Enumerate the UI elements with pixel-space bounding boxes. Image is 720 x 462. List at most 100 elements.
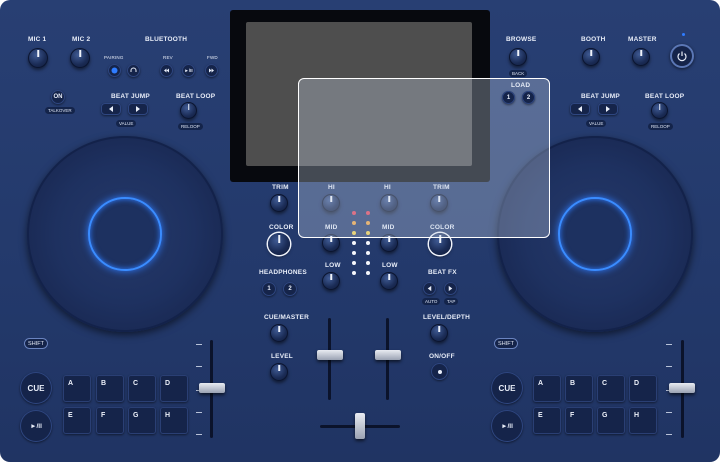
beat-fx-on-off-button[interactable] — [431, 363, 448, 380]
load-2-button[interactable]: 2 — [522, 91, 535, 104]
power-icon — [677, 51, 687, 62]
rev-button[interactable] — [160, 64, 173, 77]
rewind-icon — [164, 68, 169, 73]
value-label-left: VALUE — [116, 120, 137, 127]
on-off-dot — [437, 369, 442, 374]
reloop-label-left: RELOOP — [178, 123, 203, 130]
meter-led — [366, 241, 370, 245]
beat-loop-knob-right[interactable] — [651, 102, 668, 119]
beat-loop-knob-left[interactable] — [180, 102, 197, 119]
mic2-knob[interactable] — [70, 48, 90, 68]
low-label-right: LOW — [382, 262, 398, 269]
beat-jump-back-button-left[interactable] — [101, 103, 121, 115]
cue-master-knob[interactable] — [270, 324, 288, 342]
meter-led — [366, 261, 370, 265]
play-pause-button-left[interactable]: ►/II — [20, 410, 52, 442]
low-knob-right[interactable] — [380, 272, 398, 290]
crossfader[interactable] — [355, 413, 365, 439]
load-label: LOAD — [511, 82, 531, 89]
bt-play-pause-button[interactable]: ►/II — [182, 64, 195, 77]
pad-left-a[interactable]: A — [63, 375, 91, 402]
bluetooth-pairing-button[interactable] — [108, 64, 121, 77]
beat-jump-back-button-right[interactable] — [570, 103, 590, 115]
pad-left-c[interactable]: C — [128, 375, 156, 402]
pad-right-a[interactable]: A — [533, 375, 561, 402]
color-knob-left[interactable] — [268, 233, 290, 255]
headphone-pairing-button[interactable] — [127, 64, 140, 77]
dj-controller: MIC 1 MIC 2 BLUETOOTH PAIRING REV ►/II F… — [0, 0, 720, 462]
meter-led — [366, 271, 370, 275]
beat-jump-forward-button-right[interactable] — [598, 103, 618, 115]
left-jog-ring — [88, 197, 162, 271]
fwd-button[interactable] — [205, 64, 218, 77]
headphone-level-knob[interactable] — [270, 363, 288, 381]
tempo-tick — [666, 344, 672, 345]
pad-right-f[interactable]: F — [565, 407, 593, 434]
tempo-fader-left[interactable] — [199, 383, 225, 393]
headphones-cue-1-button[interactable]: 1 — [262, 282, 276, 296]
master-label: MASTER — [628, 36, 657, 43]
beat-loop-label-right: BEAT LOOP — [645, 93, 685, 100]
bluetooth-icon — [111, 67, 118, 74]
bluetooth-label: BLUETOOTH — [145, 36, 188, 43]
beat-fx-right-button[interactable] — [444, 282, 457, 295]
level-depth-knob[interactable] — [430, 324, 448, 342]
play-pause-button-right[interactable]: ►/II — [491, 410, 523, 442]
meter-led — [352, 241, 356, 245]
pad-left-d[interactable]: D — [160, 375, 188, 402]
shift-button-right[interactable]: SHIFT — [494, 338, 518, 349]
forward-icon — [209, 68, 214, 73]
rev-label: REV — [163, 55, 173, 60]
tempo-fader-right[interactable] — [669, 383, 695, 393]
beat-jump-forward-button-left[interactable] — [128, 103, 148, 115]
mic2-label: MIC 2 — [72, 36, 91, 43]
left-jog-wheel[interactable] — [27, 136, 223, 332]
arrow-right-icon — [448, 285, 453, 292]
talkover-on-button[interactable]: ON — [51, 90, 65, 104]
mic1-knob[interactable] — [28, 48, 48, 68]
tempo-tick — [666, 366, 672, 367]
pad-right-h[interactable]: H — [629, 407, 657, 434]
power-led — [682, 33, 685, 36]
back-label: BACK — [509, 70, 528, 77]
master-knob[interactable] — [632, 48, 650, 66]
talkover-label: TALKOVER — [45, 107, 75, 114]
pad-right-g[interactable]: G — [597, 407, 625, 434]
headphones-cue-2-button[interactable]: 2 — [283, 282, 297, 296]
beat-fx-left-button[interactable] — [423, 282, 436, 295]
headphones-label: HEADPHONES — [259, 269, 307, 276]
headphones-icon — [130, 67, 137, 72]
pad-left-e[interactable]: E — [63, 407, 91, 434]
pad-right-d[interactable]: D — [629, 375, 657, 402]
beat-fx-label: BEAT FX — [428, 269, 457, 276]
pad-left-b[interactable]: B — [96, 375, 124, 402]
power-button[interactable] — [670, 44, 694, 68]
shift-button-left[interactable]: SHIFT — [24, 338, 48, 349]
meter-led — [352, 271, 356, 275]
pad-left-h[interactable]: H — [160, 407, 188, 434]
pad-left-g[interactable]: G — [128, 407, 156, 434]
low-knob-left[interactable] — [322, 272, 340, 290]
booth-knob[interactable] — [582, 48, 600, 66]
cue-button-right[interactable]: CUE — [491, 372, 523, 404]
cue-button-left[interactable]: CUE — [20, 372, 52, 404]
arrow-left-icon — [109, 106, 113, 112]
tempo-tick — [196, 344, 202, 345]
pairing-label: PAIRING — [104, 55, 124, 60]
browse-label: BROWSE — [506, 36, 537, 43]
channel-fader-right[interactable] — [375, 350, 401, 360]
beat-jump-label-right: BEAT JUMP — [581, 93, 620, 100]
mic1-label: MIC 1 — [28, 36, 47, 43]
pad-right-b[interactable]: B — [565, 375, 593, 402]
channel-fader-left[interactable] — [317, 350, 343, 360]
beat-loop-label-left: BEAT LOOP — [176, 93, 216, 100]
auto-label: AUTO — [422, 298, 441, 305]
pad-right-c[interactable]: C — [597, 375, 625, 402]
right-jog-ring — [558, 197, 632, 271]
trim-knob-left[interactable] — [270, 194, 288, 212]
pad-left-f[interactable]: F — [96, 407, 124, 434]
pad-right-e[interactable]: E — [533, 407, 561, 434]
load-1-button[interactable]: 1 — [502, 91, 515, 104]
color-label-left: COLOR — [269, 224, 294, 231]
browse-knob[interactable] — [509, 48, 527, 66]
